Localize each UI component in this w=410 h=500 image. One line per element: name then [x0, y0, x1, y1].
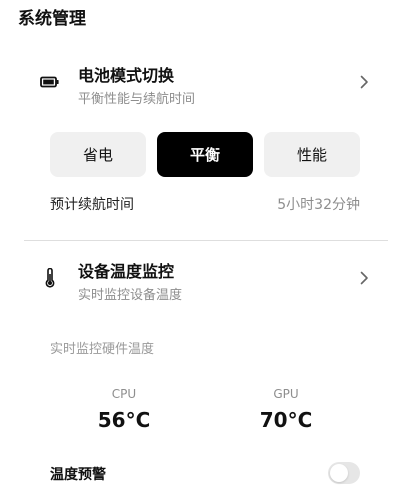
temperature-monitor-subtitle: 实时监控设备温度: [78, 288, 183, 303]
mode-option-power-save[interactable]: 省电: [50, 132, 146, 177]
thermometer-icon: [40, 268, 60, 288]
battery-icon: [40, 72, 60, 92]
battery-mode-title: 电池模式切换: [78, 66, 175, 85]
mode-option-balanced[interactable]: 平衡: [157, 132, 253, 177]
section-title: 系统管理: [18, 9, 86, 29]
battery-mode-row[interactable]: 电池模式切换 平衡性能与续航时间: [0, 56, 410, 112]
cpu-temperature: CPU 56°C: [64, 386, 184, 432]
battery-mode-subtitle: 平衡性能与续航时间: [78, 92, 196, 107]
gpu-value: 70°C: [259, 408, 313, 432]
chevron-right-icon: [356, 270, 372, 286]
cpu-label: CPU: [111, 387, 137, 401]
divider: [24, 240, 388, 241]
temperature-warning-label: 温度预警: [50, 467, 106, 483]
chevron-right-icon: [356, 74, 372, 90]
mode-option-performance[interactable]: 性能: [264, 132, 360, 177]
hardware-temp-caption: 实时监控硬件温度: [50, 342, 155, 357]
temperature-warning-toggle[interactable]: [328, 462, 360, 484]
toggle-knob: [330, 464, 348, 482]
temperature-monitor-row[interactable]: 设备温度监控 实时监控设备温度: [0, 252, 410, 308]
battery-life-label: 预计续航时间: [50, 197, 134, 213]
battery-life-value: 5小时32分钟: [277, 197, 360, 213]
temperature-monitor-title: 设备温度监控: [78, 262, 175, 281]
gpu-label: GPU: [273, 387, 299, 401]
gpu-temperature: GPU 70°C: [226, 386, 346, 432]
cpu-value: 56°C: [97, 408, 151, 432]
